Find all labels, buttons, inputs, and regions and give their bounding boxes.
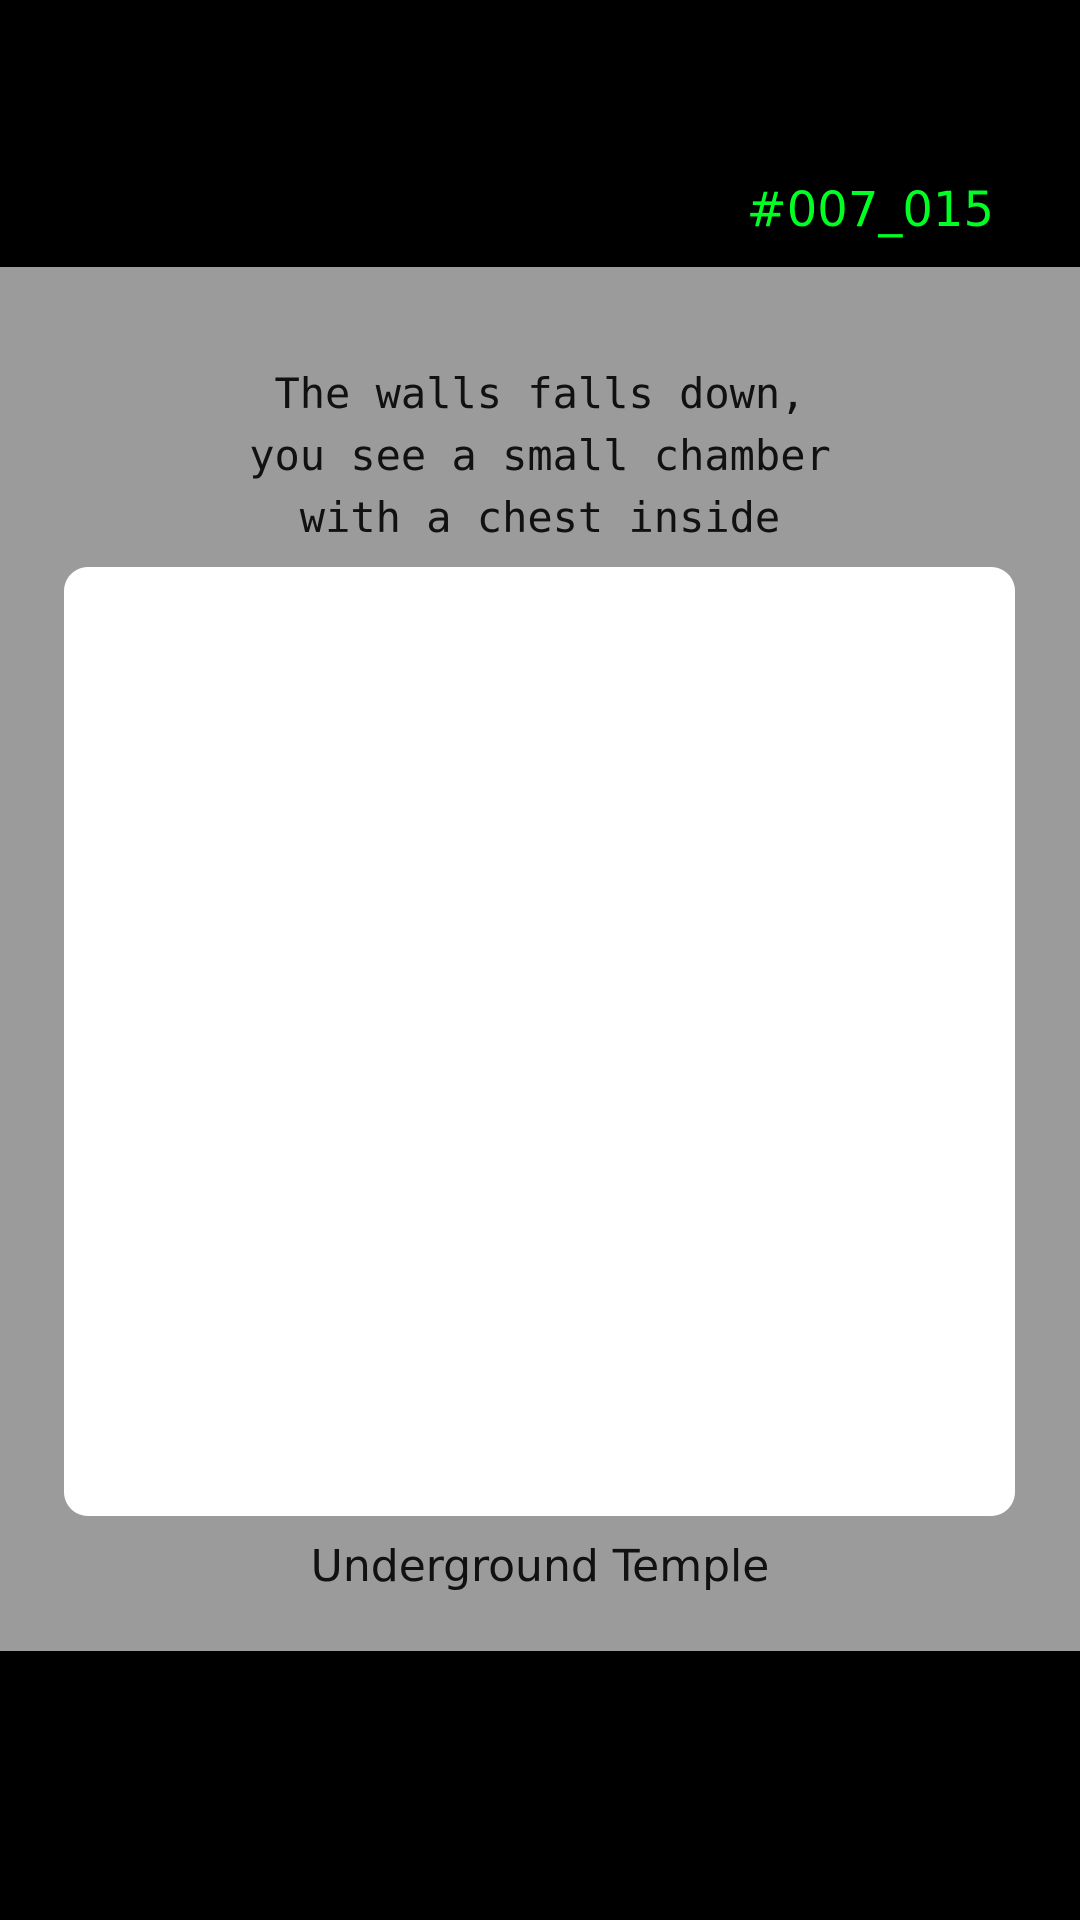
story-line: The walls falls down, [274,369,806,418]
story-line: you see a small chamber [249,431,831,480]
scene-panel: The walls falls down, you see a small cha… [0,267,1080,1651]
location-name: Underground Temple [310,1541,770,1592]
story-line: with a chest inside [299,493,781,542]
bottom-bar [0,1651,1080,1920]
scene-image-card[interactable] [64,567,1015,1516]
scene-code: #007_015 [746,182,994,238]
story-text: The walls falls down, you see a small cha… [0,363,1080,549]
top-bar: #007_015 [0,0,1080,267]
